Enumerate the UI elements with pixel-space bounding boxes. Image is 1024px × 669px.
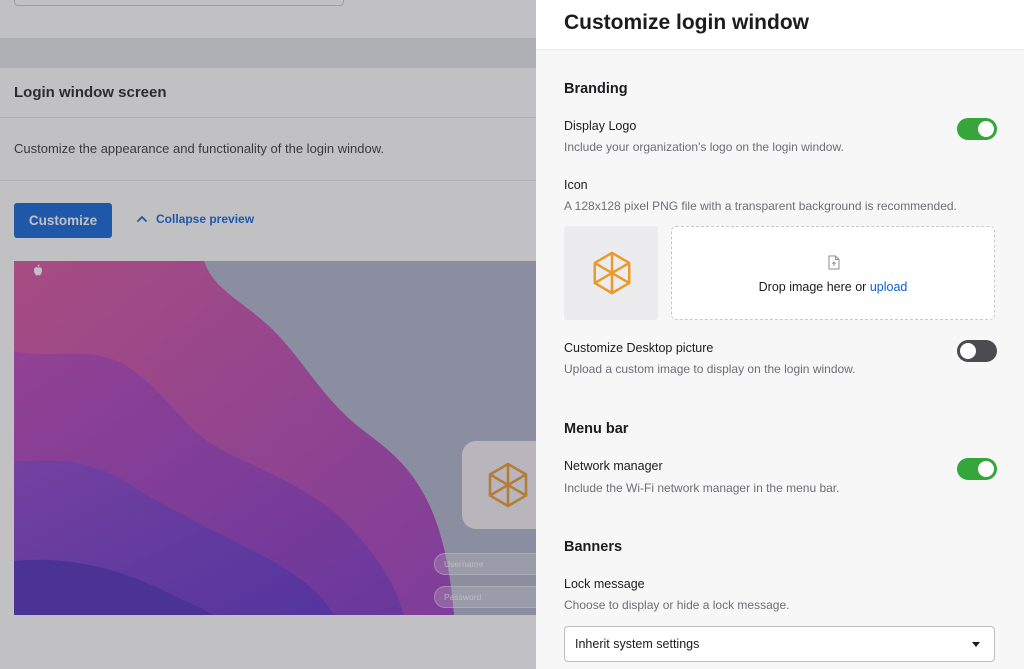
- icon-preview: [564, 226, 658, 320]
- network-manager-help: Include the Wi-Fi network manager in the…: [564, 481, 840, 495]
- icon-help: A 128x128 pixel PNG file with a transpar…: [564, 199, 957, 213]
- display-logo-label: Display Logo: [564, 119, 637, 133]
- dropzone-text: Drop image here or upload: [672, 280, 994, 294]
- lock-message-select[interactable]: Inherit system settings: [564, 626, 995, 662]
- network-manager-toggle[interactable]: [957, 458, 997, 480]
- desktop-picture-toggle[interactable]: [957, 340, 997, 362]
- panel-title: Customize login window: [564, 11, 809, 34]
- desktop-picture-label: Customize Desktop picture: [564, 341, 714, 355]
- customize-login-window-panel: Customize login window Branding Display …: [536, 0, 1024, 669]
- display-logo-toggle[interactable]: [957, 118, 997, 140]
- dropdown-caret-icon: [972, 642, 980, 647]
- banners-heading: Banners: [564, 539, 623, 555]
- menu-bar-heading: Menu bar: [564, 421, 629, 437]
- desktop-picture-help: Upload a custom image to display on the …: [564, 362, 856, 376]
- branding-heading: Branding: [564, 81, 628, 97]
- network-manager-label: Network manager: [564, 459, 663, 473]
- toggle-knob: [978, 121, 994, 137]
- toggle-knob: [978, 461, 994, 477]
- lock-message-help: Choose to display or hide a lock message…: [564, 598, 790, 612]
- lock-message-label: Lock message: [564, 577, 645, 591]
- file-upload-icon: [828, 255, 840, 270]
- panel-header: Customize login window: [536, 0, 1024, 50]
- icon-label: Icon: [564, 178, 588, 192]
- upload-link[interactable]: upload: [870, 280, 908, 294]
- icon-dropzone[interactable]: Drop image here or upload: [671, 226, 995, 320]
- toggle-knob: [960, 343, 976, 359]
- hexagon-cube-logo-icon: [593, 251, 631, 295]
- drop-image-label: Drop image here or: [758, 280, 867, 294]
- lock-message-selected-value: Inherit system settings: [575, 637, 700, 651]
- modal-overlay[interactable]: [0, 0, 536, 669]
- display-logo-help: Include your organization's logo on the …: [564, 140, 844, 154]
